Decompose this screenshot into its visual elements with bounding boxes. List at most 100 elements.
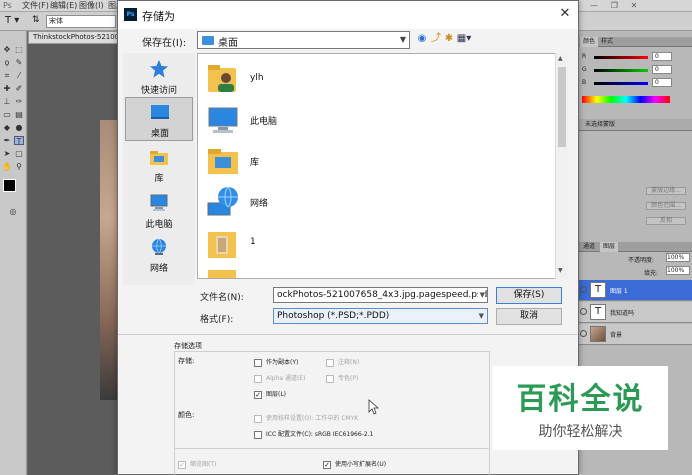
file-list[interactable]: ylh 此电脑 库 网络 1 <box>197 53 568 279</box>
masks-heading: 未选择蒙版 <box>585 121 616 128</box>
file-item-partial[interactable] <box>206 264 406 278</box>
text-tool-icon[interactable]: T <box>14 136 24 146</box>
save-button[interactable]: 保存(S) <box>496 287 562 304</box>
dodge-tool-icon[interactable]: ● <box>14 123 24 132</box>
scroll-down-icon[interactable]: ▼ <box>558 267 563 274</box>
checkmark-icon[interactable]: ✓ <box>178 461 186 469</box>
dialog-titlebar[interactable]: Ps 存储为 ✕ <box>118 1 578 29</box>
network-icon <box>207 186 238 216</box>
menu-file[interactable]: 文件(F) <box>22 0 49 11</box>
marquee-tool-icon[interactable]: ⬚ <box>14 45 24 54</box>
library-icon <box>150 151 168 165</box>
menu-image[interactable]: 图像(I) <box>79 0 104 11</box>
format-label: 格式(F): <box>200 315 234 325</box>
text-layer-thumb: T <box>590 304 606 320</box>
color-spectrum[interactable] <box>582 96 670 103</box>
file-item[interactable]: 库 <box>206 142 406 182</box>
lowercase-extension-checkbox[interactable]: ✓ 使用小写扩展名(U) <box>323 460 423 470</box>
back-icon[interactable]: ◉ <box>416 32 428 46</box>
use-proof-setup-checkbox[interactable]: 使用校样设置(O): 工作中的 CMYK <box>254 414 434 424</box>
lasso-tool-icon[interactable]: ϙ <box>2 58 12 67</box>
layers-checkbox[interactable]: ✓ 图层(L) <box>254 390 324 400</box>
place-this-pc[interactable]: 此电脑 <box>125 189 193 233</box>
watermark-logo: 百科全说 助你轻松解决 <box>493 366 668 450</box>
file-list-scrollbar[interactable]: ▲ ▼ <box>555 53 568 279</box>
invert-button[interactable]: 反相 <box>646 217 686 225</box>
layer-row[interactable]: 背景 <box>578 324 692 345</box>
chevron-down-icon[interactable]: ▼ <box>477 288 485 302</box>
checkmark-icon[interactable]: ✓ <box>254 391 262 399</box>
tab-styles[interactable]: 样式 <box>598 37 616 47</box>
file-item[interactable]: 网络 <box>206 183 406 223</box>
location-value: 桌面 <box>218 38 238 49</box>
checkmark-icon[interactable]: ✓ <box>323 461 331 469</box>
star-icon <box>150 60 168 78</box>
layer-row[interactable]: T 图层 1 <box>578 280 692 301</box>
eye-icon[interactable] <box>580 308 587 315</box>
window-controls[interactable]: — ❐ ✕ <box>590 0 637 11</box>
eraser-tool-icon[interactable]: ▭ <box>2 110 12 119</box>
gradient-tool-icon[interactable]: ▤ <box>14 110 24 119</box>
quick-select-icon[interactable]: ✎ <box>14 58 24 67</box>
slider-r[interactable]: R 0 <box>582 52 672 61</box>
filename-input[interactable]: ockPhotos-521007658_4x3.jpg.pagespeed.ps… <box>273 287 488 303</box>
tab-layers[interactable]: 图层 <box>600 242 619 252</box>
history-brush-icon[interactable]: ✑ <box>14 97 24 106</box>
layer-row[interactable]: T 我知道吗 <box>578 302 692 323</box>
path-select-icon[interactable]: ➤ <box>2 149 12 158</box>
type-tool-icon[interactable]: T ▾ <box>5 15 19 26</box>
font-family-field[interactable]: 宋体 <box>46 15 116 28</box>
new-folder-icon[interactable]: ✱ <box>443 32 455 46</box>
file-item[interactable]: ylh <box>206 60 406 100</box>
hand-tool-icon[interactable]: ✋ <box>2 162 12 171</box>
fill-field[interactable]: 100% <box>666 266 690 275</box>
stamp-tool-icon[interactable]: ⊥ <box>2 97 12 106</box>
file-item[interactable]: 此电脑 <box>206 101 406 141</box>
view-menu-icon[interactable]: ▦▾ <box>455 32 473 46</box>
as-copy-checkbox[interactable]: 作为副本(Y) <box>254 358 324 368</box>
spot-colors-checkbox[interactable]: 专色(P) <box>326 374 386 384</box>
eyedropper-tool-icon[interactable]: ⁄ <box>14 71 24 80</box>
slider-b[interactable]: B 0 <box>582 78 672 87</box>
file-item[interactable]: 1 <box>206 224 406 264</box>
close-button[interactable]: ✕ <box>556 5 574 23</box>
storage-label: 存储: <box>178 357 195 365</box>
crop-tool-icon[interactable]: ⌗ <box>2 71 12 80</box>
cancel-button[interactable]: 取消 <box>496 308 562 325</box>
alpha-channels-checkbox[interactable]: Alpha 通道(E) <box>254 374 324 384</box>
mask-edge-button[interactable]: 蒙版边缘... <box>646 187 686 195</box>
zoom-tool-icon[interactable]: ⚲ <box>14 162 24 171</box>
place-network[interactable]: 网络 <box>125 233 193 277</box>
place-quick-access[interactable]: 快速访问 <box>125 55 193 99</box>
foreground-color-swatch[interactable] <box>3 179 16 192</box>
folder-icon <box>208 232 236 258</box>
tab-color[interactable]: 颜色 <box>580 37 599 47</box>
up-folder-icon[interactable]: ⤴ <box>430 32 442 46</box>
scroll-up-icon[interactable]: ▲ <box>558 55 563 62</box>
quick-mask-icon[interactable]: ◎ <box>8 207 18 216</box>
notes-checkbox[interactable]: 注释(N) <box>326 358 386 368</box>
document-tab[interactable]: ThinkstockPhotos-521007658 <box>28 31 120 44</box>
eye-icon[interactable] <box>580 286 587 293</box>
place-desktop[interactable]: 桌面 <box>125 97 193 141</box>
eye-icon[interactable] <box>580 330 587 337</box>
place-library[interactable]: 库 <box>125 143 193 187</box>
text-orientation-icon[interactable]: ⇅ <box>32 15 40 25</box>
format-dropdown[interactable]: Photoshop (*.PSD;*.PDD) ▼ <box>273 308 488 324</box>
move-tool-icon[interactable]: ✥ <box>2 45 12 54</box>
menu-edit[interactable]: 编辑(E) <box>50 0 77 11</box>
tab-channels[interactable]: 通道 <box>580 242 598 252</box>
slider-g[interactable]: G 0 <box>582 65 672 74</box>
thumbnail-checkbox[interactable]: ✓ 缩览图(T) <box>178 460 238 470</box>
icc-profile-checkbox[interactable]: ICC 配置文件(C): sRGB IEC61966-2.1 <box>254 430 434 440</box>
opacity-field[interactable]: 100% <box>666 253 690 262</box>
color-range-button[interactable]: 颜色范围... <box>646 202 686 210</box>
scroll-thumb[interactable] <box>558 67 566 147</box>
healing-tool-icon[interactable]: ✚ <box>2 84 12 93</box>
pen-tool-icon[interactable]: ✒ <box>2 136 12 145</box>
brush-tool-icon[interactable]: ✐ <box>14 84 24 93</box>
location-dropdown[interactable]: 桌面 ▼ <box>197 31 410 49</box>
photoshop-app-icon: Ps <box>124 8 137 21</box>
blur-tool-icon[interactable]: ◆ <box>2 123 12 132</box>
shape-tool-icon[interactable]: ▢ <box>14 149 24 158</box>
